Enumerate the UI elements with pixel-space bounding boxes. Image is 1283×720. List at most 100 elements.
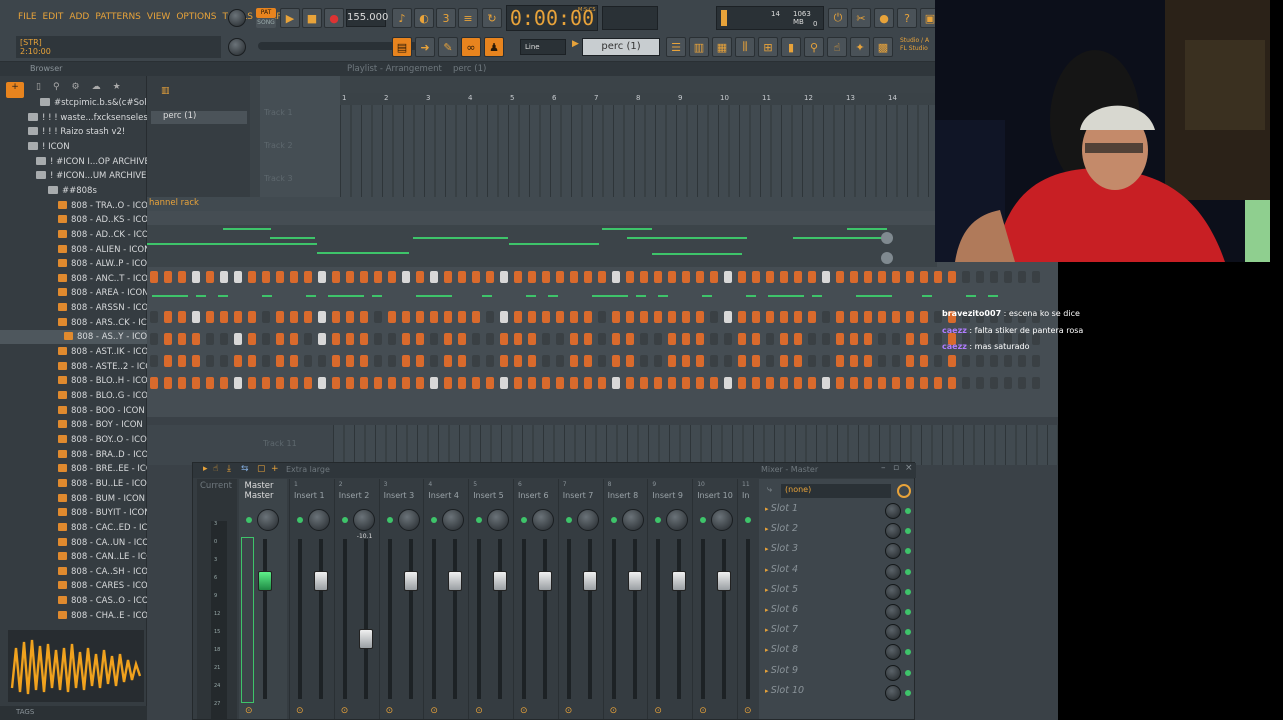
step-button[interactable] bbox=[290, 333, 298, 345]
step-button[interactable] bbox=[836, 311, 844, 323]
step-button[interactable] bbox=[206, 311, 214, 323]
step-button[interactable] bbox=[486, 311, 494, 323]
step-button[interactable] bbox=[626, 311, 634, 323]
step-button[interactable] bbox=[948, 271, 956, 283]
help-button[interactable]: ? bbox=[897, 8, 917, 28]
playlist-lower-grid[interactable] bbox=[333, 425, 1058, 465]
step-button[interactable] bbox=[500, 311, 508, 323]
step-button[interactable] bbox=[878, 311, 886, 323]
step-button[interactable] bbox=[822, 355, 830, 367]
step-button[interactable] bbox=[612, 355, 620, 367]
fx-slot[interactable]: ▸ Slot 7 bbox=[765, 624, 911, 643]
step-button[interactable] bbox=[682, 333, 690, 345]
step-button[interactable] bbox=[360, 271, 368, 283]
step-button[interactable] bbox=[570, 311, 578, 323]
slot-enable-led[interactable] bbox=[905, 609, 911, 615]
browser-file[interactable]: 808 - CHA..E - ICON bbox=[0, 609, 147, 623]
step-button[interactable] bbox=[374, 271, 382, 283]
step-button[interactable] bbox=[220, 311, 228, 323]
menu-options[interactable]: OPTIONS bbox=[176, 12, 216, 22]
menu-file[interactable]: FILE bbox=[18, 12, 37, 22]
track-1-label[interactable]: Track 1 bbox=[264, 108, 293, 117]
browser-file[interactable]: 808 - ALW..P - ICON bbox=[0, 257, 147, 271]
step-button[interactable] bbox=[556, 271, 564, 283]
insert-pan-knob[interactable] bbox=[352, 509, 375, 531]
step-button[interactable] bbox=[430, 377, 438, 389]
fx-slot[interactable]: ▸ Slot 6 bbox=[765, 604, 911, 623]
step-button[interactable] bbox=[374, 355, 382, 367]
fx-routing-icon[interactable]: ⤷ bbox=[767, 485, 772, 495]
step-button[interactable] bbox=[696, 355, 704, 367]
browser-folder[interactable]: ! #ICON...UM ARCHIVE bbox=[0, 169, 147, 183]
stop-button[interactable]: ■ bbox=[302, 8, 322, 28]
step-button[interactable] bbox=[248, 355, 256, 367]
step-button[interactable] bbox=[458, 355, 466, 367]
step-button[interactable] bbox=[276, 271, 284, 283]
step-button[interactable] bbox=[948, 355, 956, 367]
browser-file[interactable]: 808 - ANC..T - ICON bbox=[0, 272, 147, 286]
slot-enable-led[interactable] bbox=[905, 629, 911, 636]
step-button[interactable] bbox=[920, 311, 928, 323]
step-button[interactable] bbox=[752, 311, 760, 323]
insert-route-icon[interactable]: ⊙ bbox=[296, 706, 304, 716]
step-button[interactable] bbox=[654, 333, 662, 345]
insert-led[interactable] bbox=[610, 517, 617, 523]
step-button[interactable] bbox=[542, 377, 550, 389]
step-button[interactable] bbox=[738, 333, 746, 345]
step-button[interactable] bbox=[906, 311, 914, 323]
step-button[interactable] bbox=[164, 271, 172, 283]
step-button[interactable] bbox=[948, 377, 956, 389]
fx-slot[interactable]: ▸ Slot 2 bbox=[765, 523, 911, 542]
insert-led[interactable] bbox=[341, 517, 348, 523]
insert-strip[interactable]: 3 Insert 3 ⊙ bbox=[378, 479, 423, 719]
step-button[interactable] bbox=[850, 377, 858, 389]
browser-file[interactable]: 808 - ARSSN - ICON bbox=[0, 301, 147, 315]
master-pan-knob[interactable] bbox=[257, 509, 279, 531]
step-button[interactable] bbox=[248, 311, 256, 323]
insert-strip[interactable]: 9 Insert 9 ⊙ bbox=[647, 479, 691, 719]
step-button[interactable] bbox=[738, 355, 746, 367]
step-button[interactable] bbox=[164, 355, 172, 367]
step-button[interactable] bbox=[878, 333, 886, 345]
step-button[interactable] bbox=[206, 271, 214, 283]
browser-file[interactable]: 808 - CA..UN - ICON bbox=[0, 536, 147, 550]
bar-ruler[interactable]: 1 2 3 4 5 6 7 8 9 10 11 12 13 14 bbox=[340, 93, 935, 105]
pattern-selector[interactable]: perc (1) bbox=[582, 38, 660, 56]
step-button[interactable] bbox=[178, 271, 186, 283]
step-button[interactable] bbox=[472, 333, 480, 345]
step-button[interactable] bbox=[234, 377, 242, 389]
step-button[interactable] bbox=[332, 377, 340, 389]
insert-route-icon[interactable]: ⊙ bbox=[386, 706, 394, 716]
insert-led[interactable] bbox=[521, 517, 527, 523]
step-button[interactable] bbox=[514, 333, 522, 345]
step-button[interactable] bbox=[290, 355, 298, 367]
step-button[interactable] bbox=[1004, 355, 1012, 367]
step-button[interactable] bbox=[164, 333, 172, 345]
step-button[interactable] bbox=[626, 377, 634, 389]
step-button[interactable] bbox=[458, 311, 466, 323]
insert-route-icon[interactable]: ⊙ bbox=[744, 706, 752, 716]
slot-enable-led[interactable] bbox=[905, 669, 911, 676]
step-button[interactable] bbox=[248, 333, 256, 345]
step-button[interactable] bbox=[934, 355, 942, 367]
insert-fader[interactable] bbox=[358, 629, 373, 649]
step-button[interactable] bbox=[472, 271, 480, 283]
step-button[interactable] bbox=[640, 311, 648, 323]
step-button[interactable] bbox=[626, 271, 634, 283]
browser-folder[interactable]: ! ICON bbox=[0, 140, 147, 154]
step-button[interactable] bbox=[864, 311, 872, 323]
insert-strip[interactable]: 11 In ⊙ bbox=[737, 479, 753, 719]
step-button[interactable] bbox=[766, 311, 774, 323]
track-2-label[interactable]: Track 2 bbox=[264, 141, 293, 150]
step-button[interactable] bbox=[710, 333, 718, 345]
step-button[interactable] bbox=[976, 355, 984, 367]
browser-file[interactable]: 808 - ARS..CK - ICON bbox=[0, 316, 147, 330]
fx-slot[interactable]: ▸ Slot 8 bbox=[765, 644, 911, 663]
step-button[interactable] bbox=[1004, 271, 1012, 283]
step-button[interactable] bbox=[682, 271, 690, 283]
step-button[interactable] bbox=[486, 377, 494, 389]
step-button[interactable] bbox=[864, 377, 872, 389]
menu-add[interactable]: ADD bbox=[69, 12, 89, 22]
step-button[interactable] bbox=[164, 377, 172, 389]
step-button[interactable] bbox=[850, 271, 858, 283]
